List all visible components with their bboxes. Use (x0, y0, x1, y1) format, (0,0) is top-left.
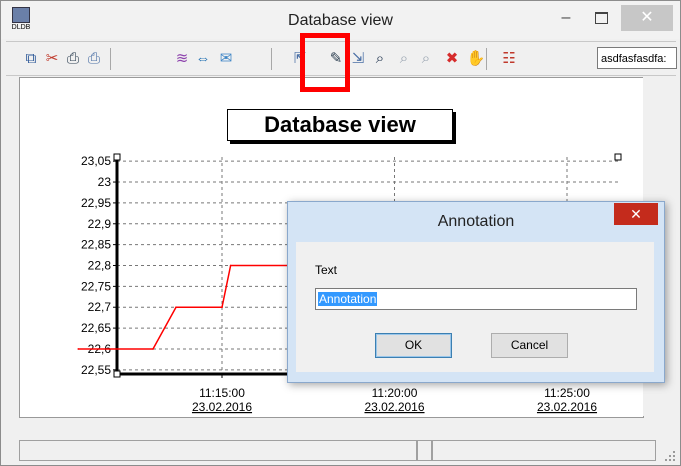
zoom-icon[interactable]: ⌕ (371, 50, 389, 68)
x-tick-label-date: 23.02.2016 (537, 400, 597, 414)
settings-icon[interactable]: ☷ (500, 50, 518, 68)
data-point (221, 306, 223, 309)
dialog-close-button[interactable]: ✕ (614, 203, 658, 225)
series-colors-icon[interactable]: ≋ (173, 50, 191, 68)
selection-handle[interactable] (113, 153, 121, 161)
data-point (229, 264, 232, 267)
pan-hand-icon[interactable]: ✋ (467, 50, 486, 68)
toolbar-separator (110, 48, 111, 70)
text-label: Text (315, 263, 338, 277)
dialog-body: Text Annotation OK Cancel (296, 242, 654, 372)
x-tick-label-time: 11:20:00 (372, 386, 418, 400)
maximize-icon (594, 11, 608, 24)
y-tick-label: 23 (98, 175, 112, 189)
annotation-text-input[interactable]: Annotation (315, 288, 637, 310)
chart-title[interactable]: Database view (227, 109, 453, 141)
y-tick-label: 22,65 (81, 321, 111, 335)
selection-handle[interactable] (113, 370, 121, 378)
x-tick-label-date: 23.02.2016 (192, 400, 252, 414)
y-tick-label: 22,9 (88, 217, 112, 231)
data-point (77, 348, 80, 350)
close-button[interactable]: ✕ (621, 5, 673, 31)
annotation-button-highlight (300, 33, 350, 92)
selection-handle[interactable] (614, 153, 622, 161)
y-tick-label: 22,75 (81, 279, 111, 293)
status-pane-right (432, 440, 656, 461)
cancel-button[interactable]: Cancel (491, 333, 568, 358)
y-tick-label: 22,95 (81, 196, 111, 210)
export-icon[interactable]: ⇲ (349, 50, 367, 68)
data-series-line[interactable] (78, 264, 307, 350)
print-preview-icon[interactable]: ⎙ (85, 50, 103, 68)
maximize-button[interactable] (586, 5, 616, 31)
toolbar-separator (271, 48, 272, 70)
y-tick-label: 22,7 (88, 300, 112, 314)
y-tick-label: 22,85 (81, 238, 111, 252)
x-tick-label-date: 23.02.2016 (364, 400, 424, 414)
status-bar (1, 436, 680, 465)
fit-width-icon[interactable]: ⇔ (194, 50, 212, 68)
y-tick-label: 23,05 (81, 154, 111, 168)
resize-grip-icon[interactable] (664, 450, 676, 462)
value-labels-icon[interactable]: ✉ (217, 50, 235, 68)
toolbar-text-input[interactable]: asdfasfasdfa: (597, 47, 677, 69)
minimize-button[interactable]: – (551, 5, 581, 31)
annotation-dialog: Annotation ✕ Text Annotation OK Cancel (287, 201, 665, 383)
y-tick-label: 22,8 (88, 259, 112, 273)
print-icon[interactable]: ⎙ (64, 50, 82, 68)
copy-icon[interactable]: ⧉ (22, 50, 40, 68)
y-tick-label: 22,55 (81, 363, 111, 377)
x-tick-label-time: 11:15:00 (199, 386, 245, 400)
status-pane-main (19, 440, 417, 461)
dialog-title: Annotation (437, 213, 515, 230)
data-point (175, 306, 177, 309)
zoom-out-icon[interactable]: ⌕ (395, 50, 413, 68)
status-pane-small (417, 440, 432, 461)
delete-icon[interactable]: ✖ (443, 50, 461, 68)
ok-button[interactable]: OK (375, 333, 452, 358)
cut-chart-icon[interactable]: ✂ (43, 50, 61, 68)
toolbar-separator (486, 48, 487, 70)
zoom-in-icon[interactable]: ⌕ (417, 50, 435, 68)
x-tick-label-time: 11:25:00 (544, 386, 590, 400)
data-point (152, 348, 154, 350)
selected-text: Annotation (318, 292, 378, 306)
